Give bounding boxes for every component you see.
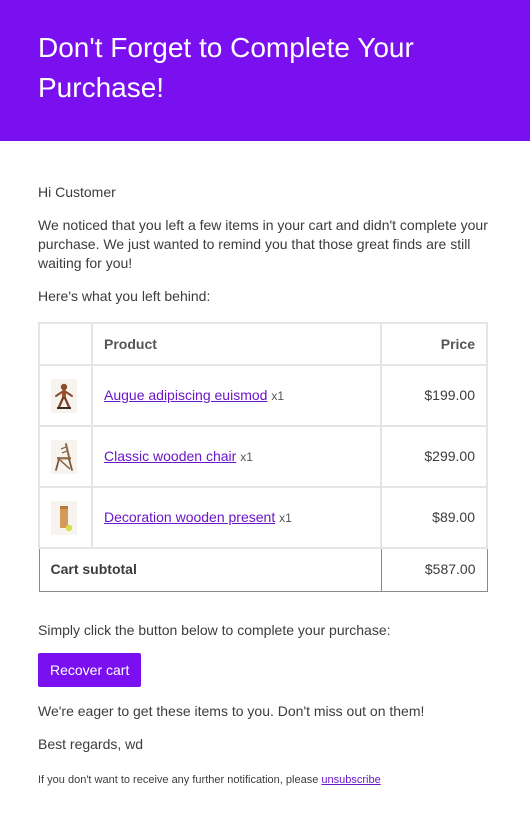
cart-table: Product Price Augue adipiscing euismod x… xyxy=(38,322,488,592)
product-quantity: x1 xyxy=(279,510,292,525)
product-cell: Classic wooden chair x1 xyxy=(91,425,382,488)
signature: Best regards, wd xyxy=(38,735,144,752)
price-header: Price xyxy=(380,322,488,366)
product-quantity: x1 xyxy=(240,449,253,464)
product-quantity: x1 xyxy=(271,388,285,403)
subtotal-label: Cart subtotal xyxy=(38,547,382,592)
wooden-present-thumbnail[interactable] xyxy=(51,500,77,535)
price-cell: $89.00 xyxy=(380,486,488,549)
product-cell: Decoration wooden present x1 xyxy=(91,486,382,549)
closing-text: We're eager to get these items to you. D… xyxy=(38,702,425,719)
product-cell: Augue adipiscing euismod x1 xyxy=(91,364,382,427)
cart-header-row: Product Price xyxy=(38,322,488,366)
table-row: Classic wooden chair x1 $299.00 xyxy=(38,425,488,488)
unsubscribe-note-text: If you don't want to receive any further… xyxy=(38,773,322,786)
subtotal-value: $587.00 xyxy=(380,547,488,592)
thumbnail-header xyxy=(38,322,93,366)
wooden-chair-thumbnail[interactable] xyxy=(51,439,77,474)
intro-paragraph: We noticed that you left a few items in … xyxy=(38,217,488,271)
thumbnail-cell xyxy=(38,364,93,427)
wooden-figure-thumbnail[interactable] xyxy=(51,378,77,413)
product-link[interactable]: Classic wooden chair xyxy=(104,448,236,464)
product-header: Product xyxy=(91,322,382,366)
thumbnail-cell xyxy=(38,486,93,549)
email-header: Don't Forget to Complete Your Purchase! xyxy=(0,0,530,141)
price-cell: $199.00 xyxy=(380,364,488,427)
greeting: Hi Customer xyxy=(38,184,116,200)
table-row: Decoration wooden present x1 $89.00 xyxy=(38,486,488,549)
table-row: Augue adipiscing euismod x1 $199.00 xyxy=(38,364,488,427)
price-cell: $299.00 xyxy=(380,425,488,488)
left-behind-text: Here's what you left behind: xyxy=(38,288,211,304)
unsubscribe-link[interactable]: unsubscribe xyxy=(321,774,380,786)
email-body: Hi Customer We noticed that you left a f… xyxy=(38,183,492,788)
product-link[interactable]: Augue adipiscing euismod xyxy=(104,387,267,403)
subtotal-row: Cart subtotal $587.00 xyxy=(38,547,488,592)
email-title: Don't Forget to Complete Your Purchase! xyxy=(38,32,414,103)
recover-cart-button[interactable]: Recover cart xyxy=(38,652,142,687)
product-link[interactable]: Decoration wooden present xyxy=(104,509,275,525)
thumbnail-cell xyxy=(38,425,93,488)
cta-text: Simply click the button below to complet… xyxy=(38,621,391,638)
unsubscribe-note: If you don't want to receive any further… xyxy=(38,773,492,788)
